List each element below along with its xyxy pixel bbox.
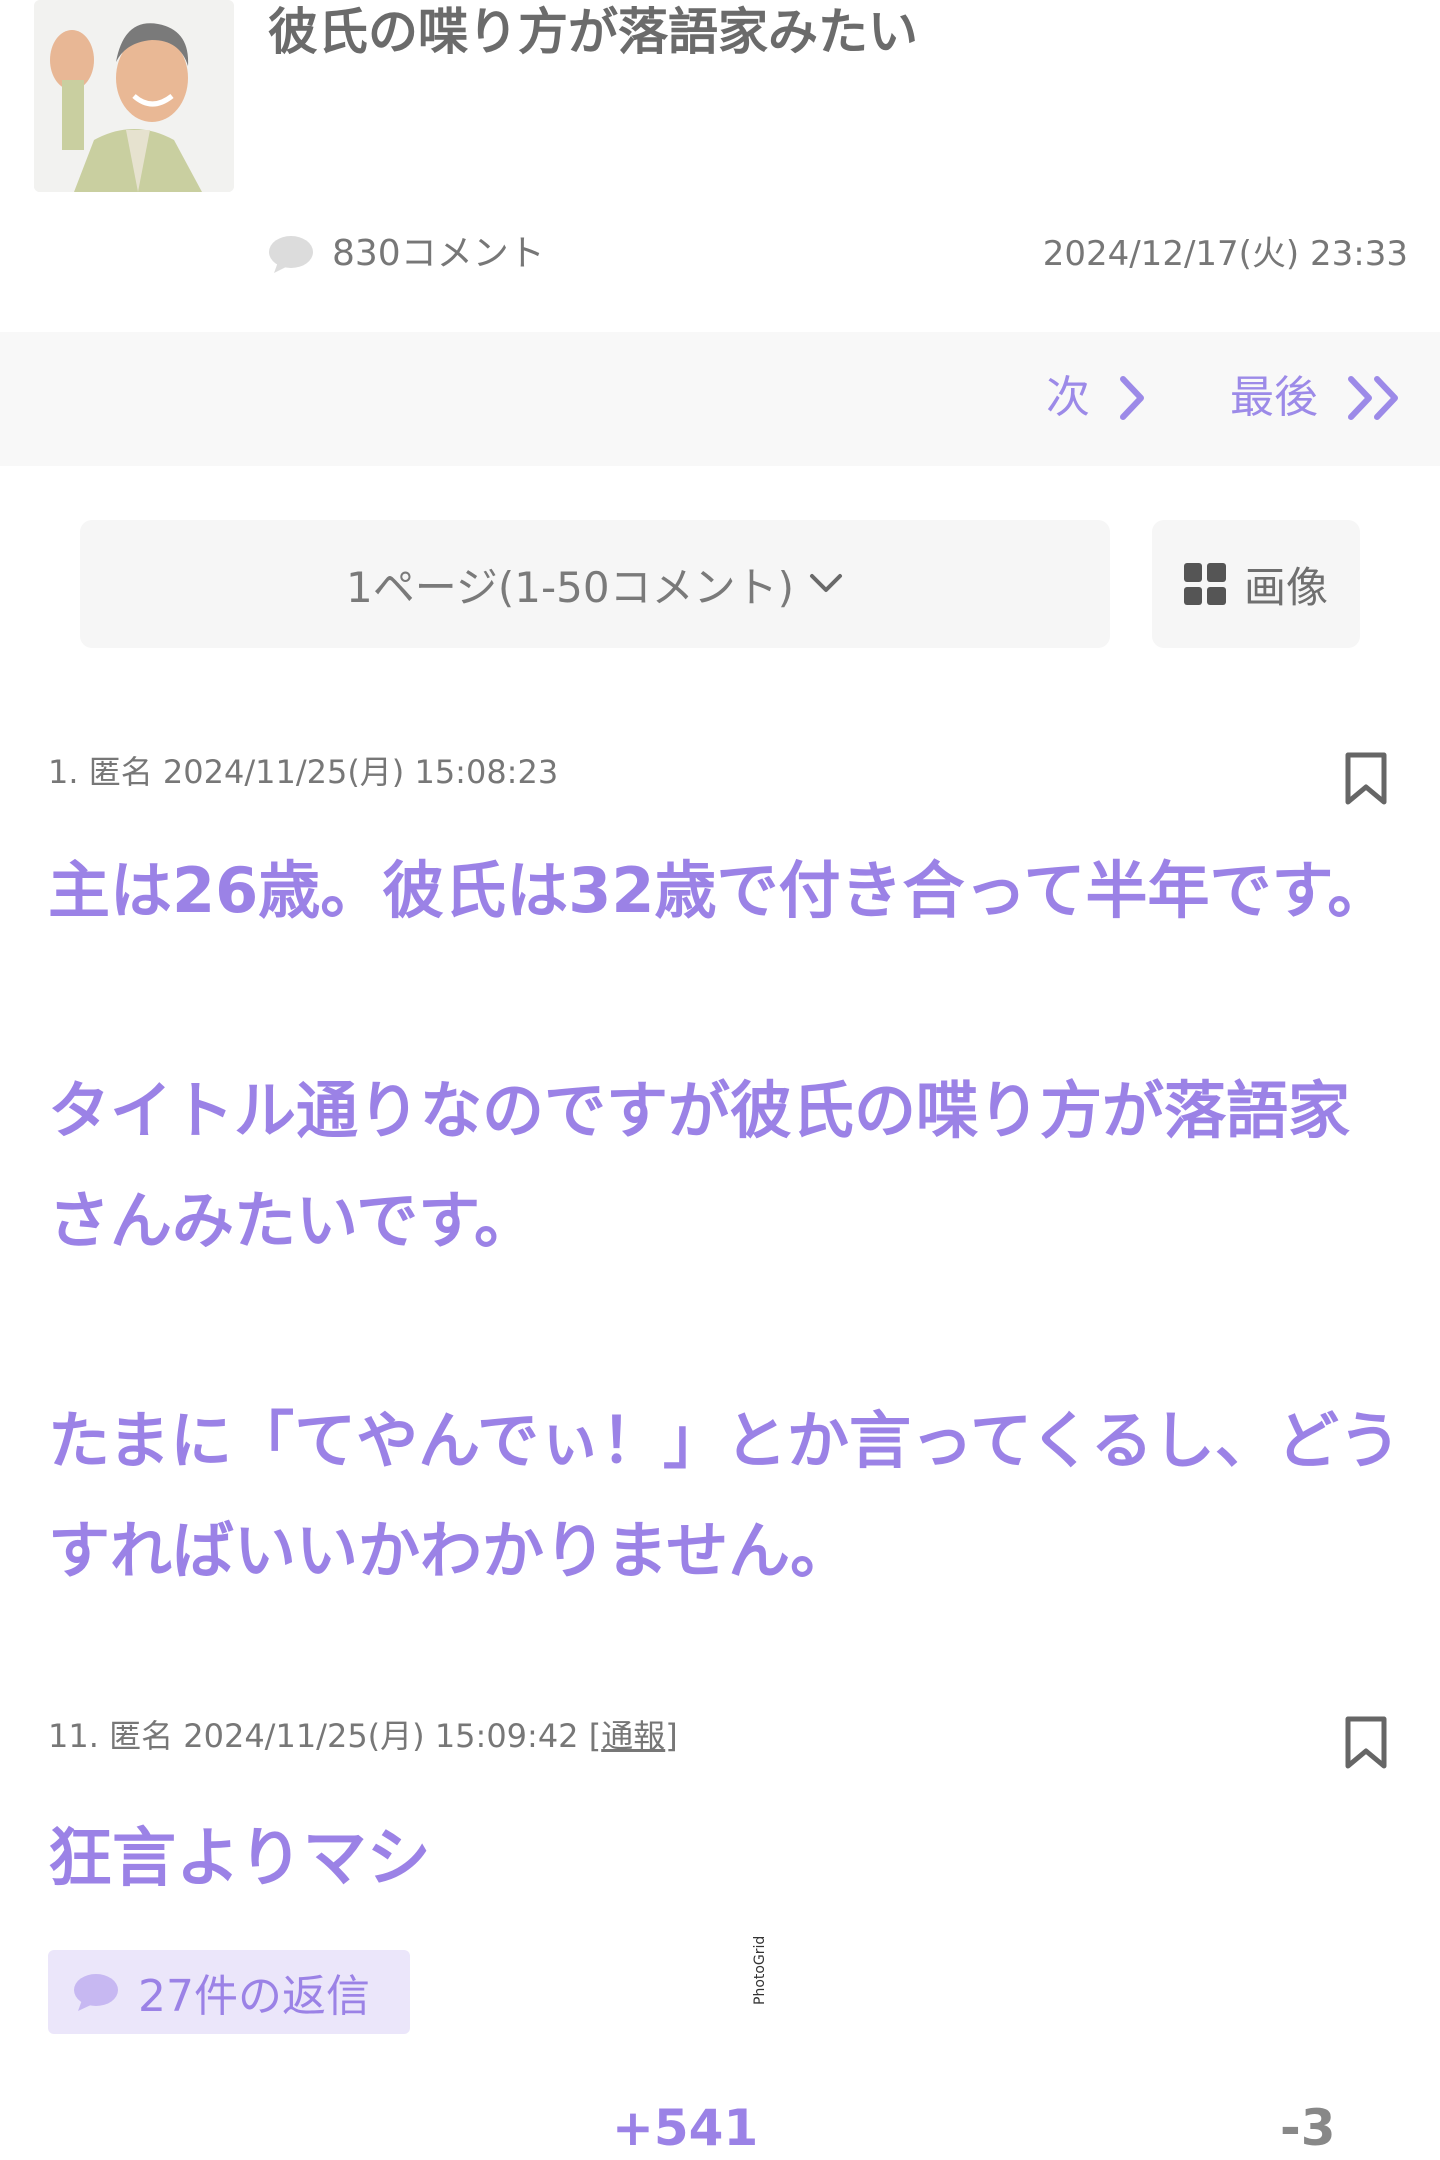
page-select-dropdown[interactable]: 1ページ(1-50コメント) xyxy=(80,520,1110,648)
double-chevron-right-icon xyxy=(1348,376,1398,420)
last-page-label: 最後 xyxy=(1230,372,1318,423)
comment-1-body: 主は26歳。彼氏は32歳で付き合って半年です。 タイトル通りなのですが彼氏の喋り… xyxy=(48,836,1408,1606)
replies-button[interactable]: 27件の返信 xyxy=(48,1950,410,2034)
topic-title: 彼氏の喋り方が落語家みたい xyxy=(268,3,918,61)
pager-bar: 次 最後 xyxy=(0,332,1440,466)
man-portrait-image xyxy=(34,0,234,192)
speech-bubble-icon xyxy=(74,1974,118,2011)
topic-header: 彼氏の喋り方が落語家みたい 830コメント 2024/12/17(火) 23:3… xyxy=(0,0,1440,330)
images-button[interactable]: 画像 xyxy=(1152,520,1360,648)
comment-count[interactable]: 830コメント xyxy=(268,226,545,282)
comment-1-paragraph: たまに「てやんでぃ！」とか言ってくるし、どうすればいいかわかりません。 xyxy=(48,1404,1401,1587)
next-page-label: 次 xyxy=(1046,372,1090,423)
comment-1-header: 1. 匿名 2024/11/25(月) 15:08:23 xyxy=(48,753,559,791)
chevron-down-icon xyxy=(809,574,842,592)
bookmark-icon[interactable] xyxy=(1344,752,1388,806)
next-page-link[interactable]: 次 xyxy=(1046,368,1146,428)
topic-thumbnail[interactable] xyxy=(34,0,234,192)
photogrid-watermark: PhotoGrid xyxy=(752,1935,768,2005)
comment-1-paragraph: 主は26歳。彼氏は32歳で付き合って半年です。 xyxy=(48,854,1390,927)
chevron-right-icon xyxy=(1120,376,1144,420)
bookmark-icon[interactable] xyxy=(1344,1716,1388,1770)
grid-icon xyxy=(1183,563,1226,605)
report-link[interactable]: 通報 xyxy=(601,1717,665,1755)
report-link-wrapper: [通報] xyxy=(588,1717,678,1755)
page-select-value: 1ページ(1-50コメント) xyxy=(346,562,794,612)
vote-minus-button[interactable]: -3 xyxy=(1280,2098,1336,2158)
comment-11-body: 狂言よりマシ xyxy=(48,1822,431,1896)
topic-meta: 830コメント 2024/12/17(火) 23:33 xyxy=(268,226,1408,282)
comment-11-meta: 11. 匿名 2024/11/25(月) 15:09:42 xyxy=(48,1717,579,1755)
topic-date: 2024/12/17(火) 23:33 xyxy=(1042,234,1408,274)
vote-plus-button[interactable]: +541 xyxy=(612,2098,758,2158)
last-page-link[interactable]: 最後 xyxy=(1230,368,1404,428)
speech-bubble-icon xyxy=(269,236,313,273)
replies-count: 27件の返信 xyxy=(138,1971,370,2022)
comment-1-paragraph: タイトル通りなのですが彼氏の喋り方が落語家さんみたいです。 xyxy=(48,1074,1351,1257)
comment-11-header: 11. 匿名 2024/11/25(月) 15:09:42 [通報] xyxy=(48,1714,678,1758)
comment-count-label: 830コメント xyxy=(332,233,545,274)
images-button-label: 画像 xyxy=(1243,562,1328,612)
